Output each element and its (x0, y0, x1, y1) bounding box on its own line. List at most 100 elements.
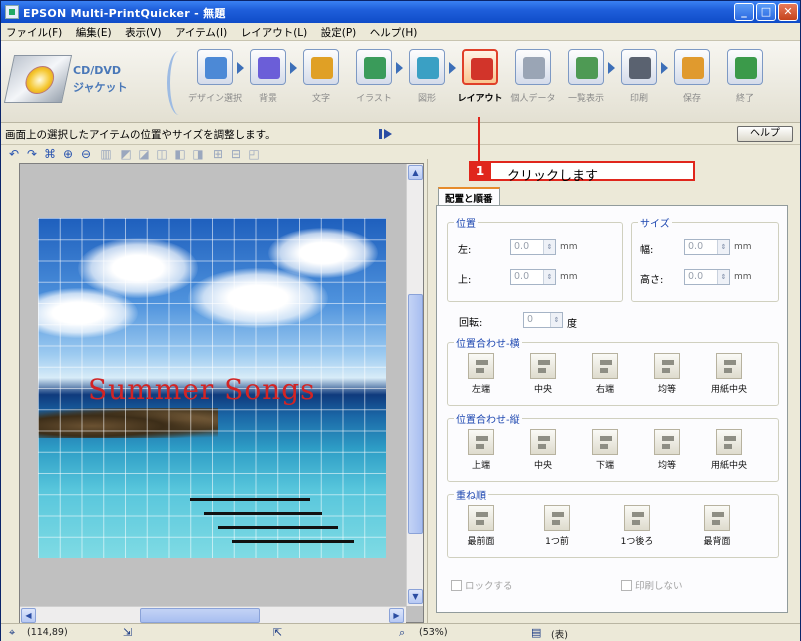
button-caption: 均等 (657, 385, 676, 395)
left-unit: mm (560, 242, 578, 252)
tool-design-select[interactable]: デザイン選択 (188, 49, 242, 117)
redo-icon[interactable]: ↷ (25, 147, 39, 161)
button-caption: 最背面 (703, 537, 731, 547)
distribute-v-icon (654, 429, 680, 455)
scroll-thumb[interactable] (408, 294, 423, 534)
alignV-button-0[interactable]: 上端 (462, 429, 500, 471)
alignH-button-0[interactable]: 左端 (462, 353, 500, 395)
zoom-in-icon[interactable]: ⊕ (61, 147, 75, 161)
cursor-position-icon: ⌖ (9, 626, 16, 639)
align-vertical-label: 位置合わせ-縦 (454, 411, 522, 426)
maximize-button[interactable]: □ (756, 3, 776, 21)
button-caption: 1つ後ろ (620, 537, 654, 547)
orderBtns-button-3[interactable]: 最背面 (698, 505, 736, 547)
zoom-out-icon[interactable]: ⊖ (79, 147, 93, 161)
menu-edit[interactable]: 編集(E) (71, 23, 117, 40)
print-icon (621, 49, 657, 85)
text-line[interactable] (204, 512, 322, 515)
scroll-up-icon[interactable]: ▲ (408, 165, 423, 180)
tool-label: 図形 (417, 94, 436, 104)
jacket-artwork[interactable]: Summer Songs (38, 218, 386, 558)
send-backward-icon (624, 505, 650, 531)
menu-layout[interactable]: レイアウト(L) (236, 23, 313, 40)
tool-shape[interactable]: 図形 (407, 49, 447, 117)
tab-arrangement[interactable]: 配置と順番 (438, 187, 500, 205)
scroll-thumb[interactable] (140, 608, 260, 623)
vertical-scrollbar[interactable]: ▲ ▼ (406, 164, 423, 606)
scroll-left-icon[interactable]: ◀ (21, 608, 36, 623)
hint-bar: 画面上の選択したアイテムの位置やサイズを調整します。 ヘルプ (1, 123, 800, 145)
menu-view[interactable]: 表示(V) (120, 23, 166, 40)
swoosh-decoration (167, 51, 191, 115)
orderBtns-button-1[interactable]: 1つ前 (538, 505, 576, 547)
menu-file[interactable]: ファイル(F) (1, 23, 67, 40)
horizontal-scrollbar[interactable]: ◀ ▶ (20, 606, 406, 623)
step-arrow-icon (237, 62, 244, 74)
side-icon: ▤ (531, 626, 542, 639)
alignH-button-2[interactable]: 右端 (586, 353, 624, 395)
close-button[interactable]: ✕ (778, 3, 798, 21)
left-input[interactable]: 0.0 ⇕ (510, 239, 556, 255)
tool-label: 個人データ (510, 94, 556, 104)
top-input[interactable]: 0.0 ⇕ (510, 269, 556, 285)
alignV-button-2[interactable]: 下端 (586, 429, 624, 471)
scroll-right-icon[interactable]: ▶ (389, 608, 404, 623)
tool-label: 文字 (311, 94, 330, 104)
position-group-label: 位置 (454, 215, 478, 230)
top-unit: mm (560, 272, 578, 282)
button-caption: 最前面 (467, 537, 495, 547)
artwork-title[interactable]: Summer Songs (88, 373, 316, 406)
tool-print[interactable]: 印刷 (619, 49, 659, 117)
background-icon (250, 49, 286, 85)
callout-pointer (478, 117, 480, 161)
tool-list-view[interactable]: 一覧表示 (566, 49, 606, 117)
size-group-label: サイズ (638, 215, 672, 230)
align-left-icon (468, 353, 494, 379)
alignH-button-3[interactable]: 均等 (648, 353, 686, 395)
button-caption: 上端 (471, 461, 490, 471)
alignV-button-4[interactable]: 用紙中央 (710, 429, 748, 471)
rotation-input[interactable]: 0 ⇕ (523, 312, 563, 328)
tool-exit[interactable]: 終了 (725, 49, 765, 117)
window-title: EPSON Multi-PrintQuicker - 無題 (23, 7, 226, 20)
instruction-callout: 1 クリックします (469, 161, 695, 184)
tool-personal-data[interactable]: 個人データ (510, 49, 556, 117)
minimize-button[interactable]: _ (734, 3, 754, 21)
select-all-icon[interactable]: ⌘ (43, 147, 57, 161)
tool-save[interactable]: 保存 (672, 49, 712, 117)
left-label: 左: (458, 245, 472, 256)
no-print-checkbox[interactable]: 印刷しない (621, 578, 683, 592)
menu-item[interactable]: アイテム(I) (170, 23, 232, 40)
hint-text: 画面上の選択したアイテムの位置やサイズを調整します。 (5, 129, 276, 141)
tool-label: 印刷 (629, 94, 648, 104)
help-button[interactable]: ヘルプ (737, 126, 793, 142)
canvas-pane[interactable]: Summer Songs ▲ ▼ ◀ ▶ (19, 163, 424, 623)
orderBtns-button-0[interactable]: 最前面 (462, 505, 500, 547)
tool-layout[interactable]: レイアウト (457, 49, 503, 117)
item-size-icon: ⇱ (273, 626, 283, 639)
undo-icon[interactable]: ↶ (7, 147, 21, 161)
alignH-button-1[interactable]: 中央 (524, 353, 562, 395)
height-input[interactable]: 0.0 ⇕ (684, 269, 730, 285)
text-line[interactable] (190, 498, 310, 501)
ungroup-icon: ⊟ (230, 147, 242, 161)
cursor-coords: (114,89) (27, 627, 68, 638)
tool-background[interactable]: 背景 (248, 49, 288, 117)
width-input[interactable]: 0.0 ⇕ (684, 239, 730, 255)
align-center-h-icon (530, 353, 556, 379)
text-line[interactable] (232, 540, 354, 543)
alignV-button-1[interactable]: 中央 (524, 429, 562, 471)
orderBtns-button-2[interactable]: 1つ後ろ (618, 505, 656, 547)
next-step-icon[interactable] (379, 129, 395, 139)
tool-text[interactable]: 文字 (301, 49, 341, 117)
alignV-button-3[interactable]: 均等 (648, 429, 686, 471)
menu-settings[interactable]: 設定(P) (316, 23, 362, 40)
alignH-button-4[interactable]: 用紙中央 (710, 353, 748, 395)
scroll-down-icon[interactable]: ▼ (408, 589, 423, 604)
tool-illustration[interactable]: イラスト (354, 49, 394, 117)
rotation-unit: 度 (567, 319, 577, 330)
menu-help[interactable]: ヘルプ(H) (365, 23, 423, 40)
text-line[interactable] (218, 526, 338, 529)
item-position-icon: ⇲ (123, 626, 133, 639)
lock-checkbox[interactable]: ロックする (451, 578, 513, 592)
